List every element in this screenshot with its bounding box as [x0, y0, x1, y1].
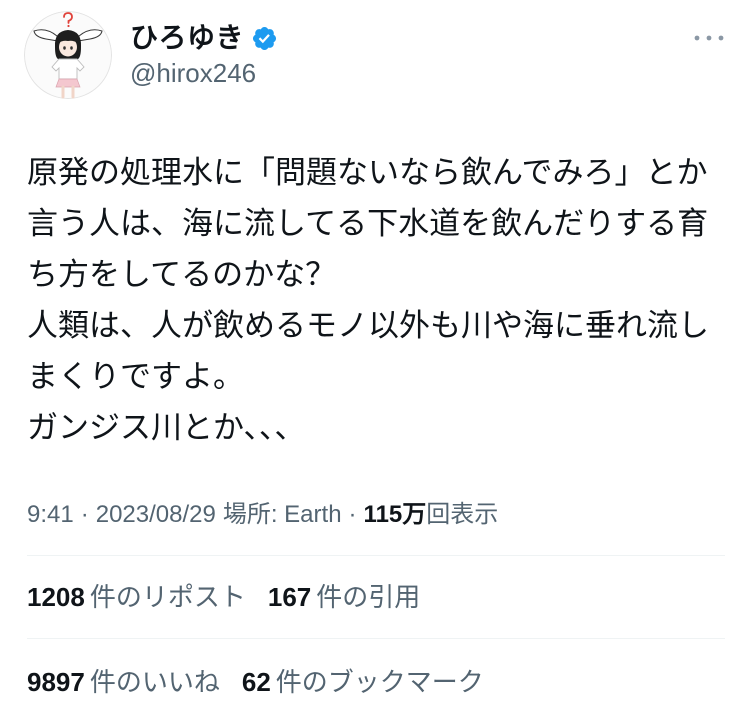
tweet-text-line: ガンジス川とか、、、: [27, 410, 306, 445]
tweet-date[interactable]: 2023/08/29: [96, 501, 216, 528]
tweet-text-line: まくりですよ。: [27, 359, 244, 394]
bookmark-count: 62: [241, 667, 271, 697]
repost-count: 1208: [27, 582, 85, 612]
tweet-meta: 9:41 · 2023/08/29 場所: Earth · 115万回表示: [27, 497, 727, 533]
view-count: 115万: [363, 501, 427, 528]
meta-separator: ·: [348, 501, 357, 528]
likes-link[interactable]: 9897 件のいいね: [27, 664, 220, 700]
engagement-stats: 1208 件のリポスト 167 件の引用: [27, 579, 727, 615]
verified-badge-icon[interactable]: [251, 25, 278, 52]
reposts-link[interactable]: 1208 件のリポスト: [27, 579, 246, 615]
quote-count: 167: [267, 582, 312, 612]
tweet-text: 原発の処理水に「問題ないなら飲んでみろ」とか 言う人は、海に流してる下水道を飲ん…: [27, 147, 727, 453]
repost-label: 件のリポスト: [89, 582, 246, 612]
tweet-text-line: ち方をしてるのかな？: [27, 257, 337, 292]
view-label: 回表示: [426, 501, 499, 528]
meta-separator: ·: [80, 501, 89, 528]
tweet-text-line: 原発の処理水に「問題ないなら飲んでみろ」とか: [27, 155, 708, 190]
divider: [27, 555, 725, 556]
handle[interactable]: @hirox246: [130, 55, 256, 91]
like-count: 9897: [27, 667, 85, 697]
tweet-text-line: 人類は、人が飲めるモノ以外も川や海に垂れ流し: [27, 308, 709, 343]
divider: [27, 638, 725, 639]
engagement-stats: 9897 件のいいね 62 件のブックマーク: [27, 664, 727, 700]
tweet-time[interactable]: 9:41: [27, 501, 74, 528]
bookmarks-link[interactable]: 62 件のブックマーク: [242, 664, 484, 700]
quote-label: 件の引用: [316, 582, 421, 612]
avatar-image: [24, 11, 112, 99]
bookmark-label: 件のブックマーク: [275, 667, 484, 697]
author-name-row: ひろゆき: [130, 18, 278, 58]
like-label: 件のいいね: [89, 667, 220, 697]
quotes-link[interactable]: 167 件の引用: [268, 579, 420, 615]
display-name[interactable]: ひろゆき: [130, 18, 244, 58]
avatar[interactable]: [24, 11, 112, 99]
tweet-location: 場所: Earth: [222, 501, 342, 528]
more-options-icon[interactable]: [692, 30, 726, 46]
tweet-text-line: 言う人は、海に流してる下水道を飲んだりする育: [27, 206, 709, 241]
